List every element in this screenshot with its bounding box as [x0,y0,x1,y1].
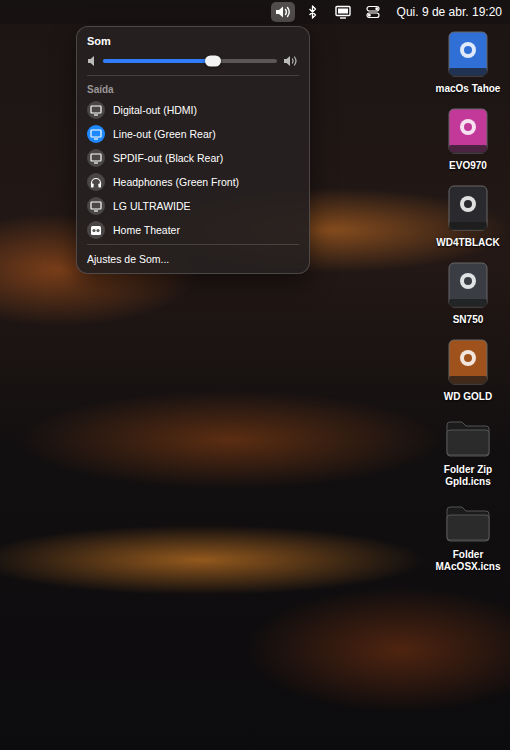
desktop-icon[interactable]: SN750 [430,261,506,326]
volume-icon [275,5,291,19]
menu-title: Som [77,35,309,53]
output-badge [87,101,105,119]
menu-bar-item[interactable] [271,2,295,22]
output-item[interactable]: Line-out (Green Rear) [77,122,309,146]
desktop: Qui. 9 de abr. 19:20 Som Saída Digital-o… [0,0,510,750]
output-badge [87,173,105,191]
drive-icon [446,261,490,311]
desktop-icon-label: SN750 [453,314,484,326]
desktop-icon-label: macOs Tahoe [436,83,501,95]
output-list: Digital-out (HDMI) Line-out (Green Rear)… [77,98,309,242]
sound-menu: Som Saída Digital-out (HDMI) Line-out (G… [76,26,310,274]
desktop-icon[interactable]: EVO970 [430,107,506,172]
output-item[interactable]: Digital-out (HDMI) [77,98,309,122]
output-label: Home Theater [113,224,180,236]
drive-icon [446,338,490,388]
desktop-icon-label: EVO970 [449,160,487,172]
desktop-icon-label: Folder Zip Gpld.icns [430,464,506,488]
desktop-icon[interactable]: WD GOLD [430,338,506,403]
headphones-icon [90,177,102,188]
output-item[interactable]: Home Theater [77,218,309,242]
desktop-icon-label: WD4TBLACK [436,237,499,249]
folder-icon [444,415,492,461]
menu-bar: Qui. 9 de abr. 19:20 [0,0,510,24]
output-badge [87,197,105,215]
desktop-icon[interactable]: WD4TBLACK [430,184,506,249]
desktop-icon[interactable]: Folder Zip Gpld.icns [430,415,506,488]
volume-slider-row [77,53,309,73]
output-label: Headphones (Green Front) [113,176,239,188]
speaker-high-icon [283,55,299,67]
speaker-icon [90,225,102,236]
output-label: Digital-out (HDMI) [113,104,197,116]
output-item[interactable]: LG ULTRAWIDE [77,194,309,218]
folder-icon [444,500,492,546]
display-icon [90,105,102,116]
display-icon [335,5,351,19]
output-badge [87,125,105,143]
menu-bar-item[interactable] [331,2,355,22]
output-badge [87,149,105,167]
desktop-icon-label: Folder MAcOSX.icns [430,549,506,573]
drive-icon [446,107,490,157]
display-icon [90,201,102,212]
volume-slider[interactable] [103,59,277,63]
drive-icon [446,184,490,234]
sound-settings-link[interactable]: Ajustes de Som... [77,247,309,267]
output-label: Line-out (Green Rear) [113,128,216,140]
slider-knob[interactable] [205,56,221,67]
output-item[interactable]: SPDIF-out (Black Rear) [77,146,309,170]
desktop-icon[interactable]: macOs Tahoe [430,30,506,95]
display-icon [90,153,102,164]
control-center-icon [366,5,380,19]
menu-bar-item[interactable] [361,2,385,22]
output-label: LG ULTRAWIDE [113,200,191,212]
speaker-low-icon [87,55,97,67]
desktop-icons: macOs Tahoe EVO970 WD4TBLACK SN750 WD GO… [430,30,506,573]
display-icon [90,129,102,140]
output-item[interactable]: Headphones (Green Front) [77,170,309,194]
menu-bar-item[interactable] [301,2,325,22]
output-badge [87,221,105,239]
desktop-icon-label: WD GOLD [444,391,492,403]
bluetooth-icon [308,5,318,19]
output-label: SPDIF-out (Black Rear) [113,152,223,164]
clock[interactable]: Qui. 9 de abr. 19:20 [397,5,502,19]
desktop-icon[interactable]: Folder MAcOSX.icns [430,500,506,573]
section-header: Saída [77,78,309,98]
drive-icon [446,30,490,80]
